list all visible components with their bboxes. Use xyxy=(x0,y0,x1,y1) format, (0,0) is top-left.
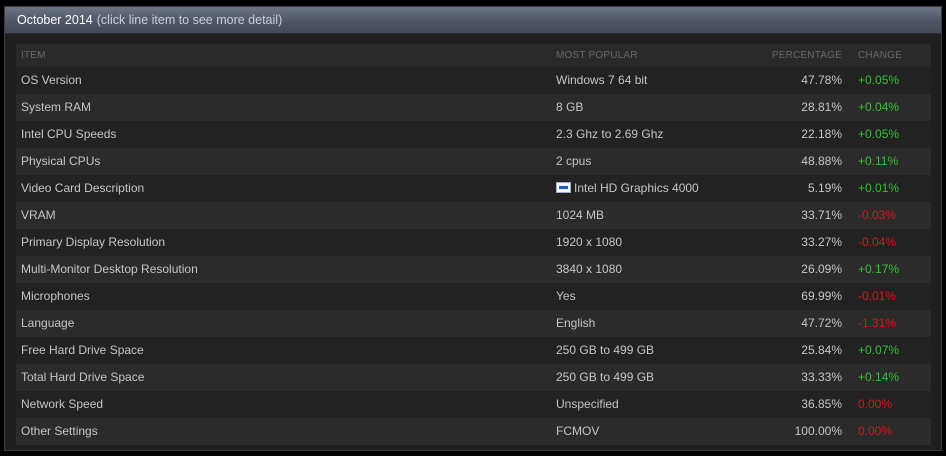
row-percentage: 69.99% xyxy=(801,289,842,303)
row-change: +0.01% xyxy=(858,181,900,195)
column-header-row: ITEM MOST POPULAR PERCENTAGE CHANGE xyxy=(16,44,931,67)
row-most-popular-cell: 3840 x 1080 xyxy=(556,256,622,283)
row-percentage: 100.00% xyxy=(794,424,842,438)
row-most-popular-cell: English xyxy=(556,310,595,337)
column-header-percentage: PERCENTAGE xyxy=(771,50,842,61)
table-row[interactable]: Other Settings FCMOV 100.00% 0.00% xyxy=(16,418,931,445)
row-item-label: Microphones xyxy=(21,289,90,303)
row-most-popular-value: 250 GB to 499 GB xyxy=(556,343,655,357)
row-item-label: OS Version xyxy=(21,73,82,87)
table-row[interactable]: Network Speed Unspecified 36.85% 0.00% xyxy=(16,391,931,418)
row-percentage: 28.81% xyxy=(801,100,842,114)
row-most-popular-cell: 1920 x 1080 xyxy=(556,229,622,256)
row-change: -1.31% xyxy=(858,316,897,330)
row-most-popular-value: Yes xyxy=(556,289,576,303)
table-row[interactable]: Total Hard Drive Space 250 GB to 499 GB 33… xyxy=(16,364,931,391)
row-item-label: Network Speed xyxy=(21,397,104,411)
stats-panel: October 2014 (click line item to see mor… xyxy=(4,6,942,451)
hardware-survey-table: ITEM MOST POPULAR PERCENTAGE CHANGE OS V… xyxy=(16,44,931,445)
row-change: -0.04% xyxy=(858,235,897,249)
table-row[interactable]: Primary Display Resolution 1920 x 1080 33.… xyxy=(16,229,931,256)
row-most-popular-cell: 2 cpus xyxy=(556,148,591,175)
row-most-popular-value: 8 GB xyxy=(556,100,584,114)
row-item-label: Multi-Monitor Desktop Resolution xyxy=(21,262,198,276)
row-most-popular-cell: 250 GB to 499 GB xyxy=(556,364,654,391)
row-item-label: VRAM xyxy=(21,208,56,222)
row-most-popular-cell: 250 GB to 499 GB xyxy=(556,337,654,364)
row-item-label: Primary Display Resolution xyxy=(21,235,166,249)
table-row[interactable]: Microphones Yes 69.99% -0.01% xyxy=(16,283,931,310)
row-change: +0.05% xyxy=(858,127,900,141)
table-row[interactable]: Multi-Monitor Desktop Resolution 3840 x 1… xyxy=(16,256,931,283)
row-item-label: Intel CPU Speeds xyxy=(21,127,117,141)
row-most-popular-value: 250 GB to 499 GB xyxy=(556,370,655,384)
table-row[interactable]: Physical CPUs 2 cpus 48.88% +0.11% xyxy=(16,148,931,175)
row-most-popular-cell: 2.3 Ghz to 2.69 Ghz xyxy=(556,121,663,148)
row-percentage: 22.18% xyxy=(801,127,842,141)
table-row[interactable]: VRAM 1024 MB 33.71% -0.03% xyxy=(16,202,931,229)
row-percentage: 36.85% xyxy=(801,397,842,411)
row-change: -0.03% xyxy=(858,208,897,222)
row-most-popular-value: Windows 7 64 bit xyxy=(556,73,648,87)
row-most-popular-value: English xyxy=(556,316,596,330)
column-header-item: ITEM xyxy=(21,50,46,61)
row-percentage: 33.27% xyxy=(801,235,842,249)
table-row[interactable]: Video Card Description Intel HD Graphics … xyxy=(16,175,931,202)
column-header-change: CHANGE xyxy=(858,50,902,61)
row-most-popular-cell: Yes xyxy=(556,283,576,310)
row-percentage: 47.72% xyxy=(801,316,842,330)
row-most-popular-value: 2 cpus xyxy=(556,154,592,168)
row-most-popular-value: FCMOV xyxy=(556,424,600,438)
row-most-popular-value: 1024 MB xyxy=(556,208,605,222)
row-item-label: Physical CPUs xyxy=(21,154,101,168)
row-most-popular-value: 1920 x 1080 xyxy=(556,235,623,249)
row-most-popular-cell: 1024 MB xyxy=(556,202,604,229)
table-row[interactable]: OS Version Windows 7 64 bit 47.78% +0.05% xyxy=(16,67,931,94)
column-header-most-popular: MOST POPULAR xyxy=(556,50,638,61)
row-change: 0.00% xyxy=(858,397,893,411)
table-row[interactable]: Language English 47.72% -1.31% xyxy=(16,310,931,337)
row-change: 0.00% xyxy=(858,424,893,438)
table-body: OS Version Windows 7 64 bit 47.78% +0.05% Sy… xyxy=(16,67,931,445)
row-item-label: Free Hard Drive Space xyxy=(21,343,144,357)
row-percentage: 33.71% xyxy=(801,208,842,222)
row-change: -0.01% xyxy=(858,289,897,303)
row-change: +0.07% xyxy=(858,343,900,357)
row-percentage: 47.78% xyxy=(801,73,842,87)
row-most-popular-value: 3840 x 1080 xyxy=(556,262,623,276)
row-percentage: 33.33% xyxy=(801,370,842,384)
row-change: +0.05% xyxy=(858,73,900,87)
intel-logo-icon xyxy=(556,182,571,193)
row-item-label: Language xyxy=(21,316,75,330)
row-item-label: Other Settings xyxy=(21,424,98,438)
row-change: +0.14% xyxy=(858,370,900,384)
row-change: +0.04% xyxy=(858,100,900,114)
table-row[interactable]: Free Hard Drive Space 250 GB to 499 GB 25.… xyxy=(16,337,931,364)
row-most-popular-value: Unspecified xyxy=(556,397,619,411)
row-item-label: Video Card Description xyxy=(21,181,145,195)
row-item-label: System RAM xyxy=(21,100,92,114)
panel-subtitle: (click line item to see more detail) xyxy=(96,13,283,27)
row-most-popular-cell: Windows 7 64 bit xyxy=(556,67,647,94)
row-percentage: 26.09% xyxy=(801,262,842,276)
row-change: +0.17% xyxy=(858,262,900,276)
panel-header: October 2014 (click line item to see mor… xyxy=(5,7,941,34)
row-most-popular-cell: Unspecified xyxy=(556,391,619,418)
row-percentage: 5.19% xyxy=(807,181,842,195)
row-most-popular-cell: Intel HD Graphics 4000 xyxy=(556,175,699,202)
row-most-popular-cell: 8 GB xyxy=(556,94,583,121)
row-most-popular-value: 2.3 Ghz to 2.69 Ghz xyxy=(556,127,664,141)
row-percentage: 48.88% xyxy=(801,154,842,168)
table-row[interactable]: Intel CPU Speeds 2.3 Ghz to 2.69 Ghz 22.18… xyxy=(16,121,931,148)
row-most-popular-cell: FCMOV xyxy=(556,418,599,445)
row-item-label: Total Hard Drive Space xyxy=(21,370,145,384)
table-row[interactable]: System RAM 8 GB 28.81% +0.04% xyxy=(16,94,931,121)
row-percentage: 25.84% xyxy=(801,343,842,357)
row-change: +0.11% xyxy=(858,154,899,168)
row-most-popular-value: Intel HD Graphics 4000 xyxy=(574,181,699,195)
panel-title: October 2014 xyxy=(17,13,93,27)
